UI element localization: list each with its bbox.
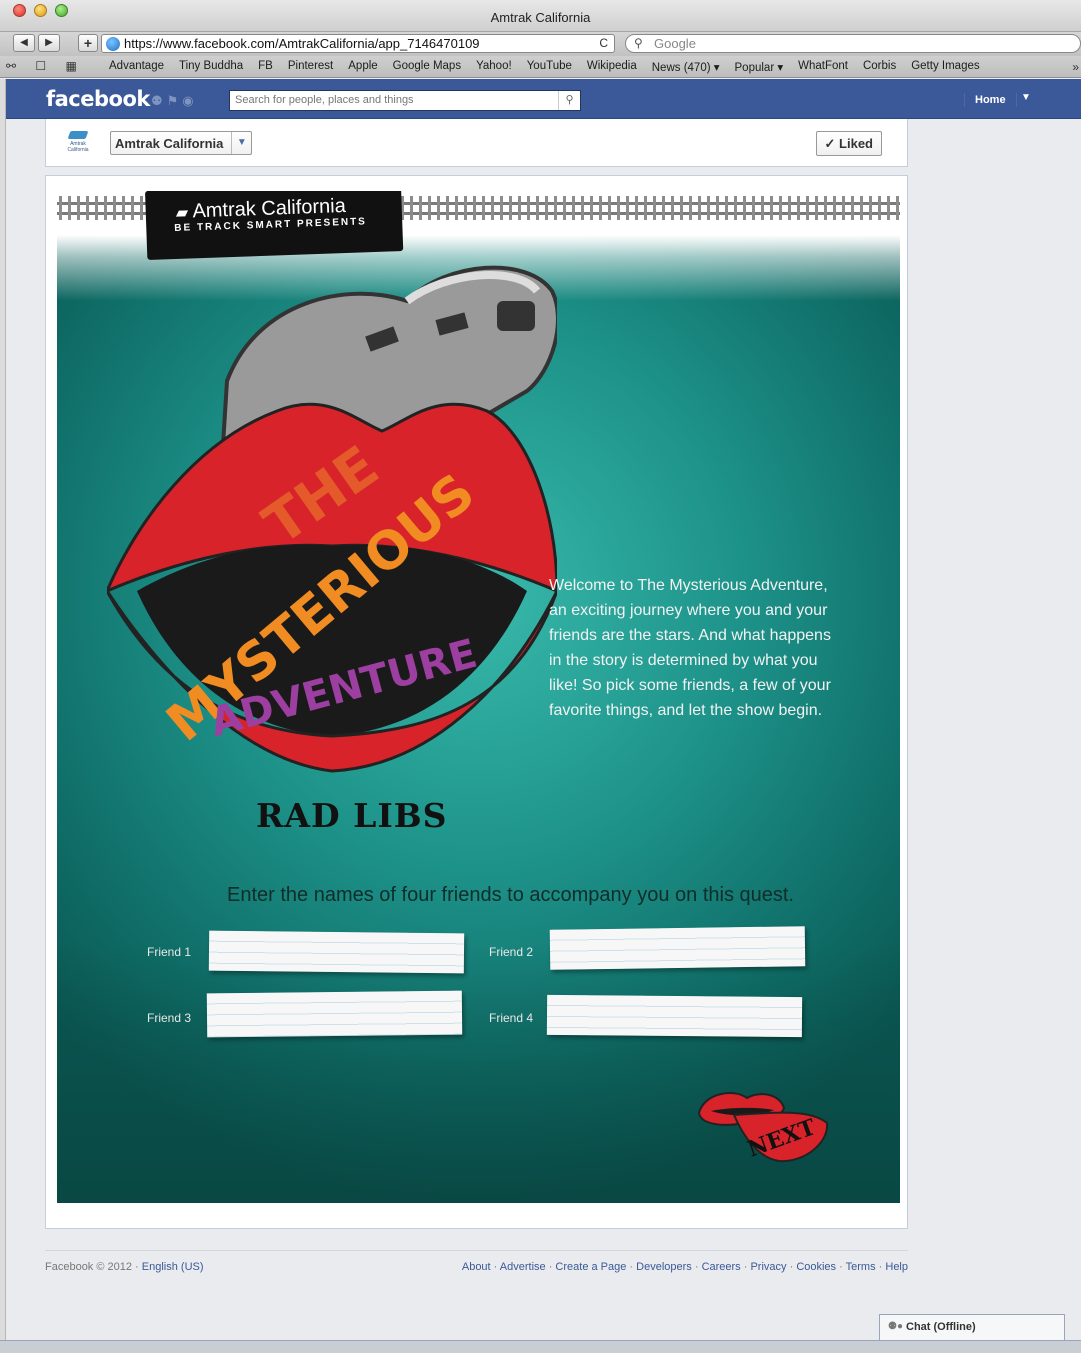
footer-link[interactable]: Terms <box>846 1261 876 1273</box>
friend-3-field[interactable] <box>206 990 463 1038</box>
home-link[interactable]: Home <box>964 93 1017 107</box>
bookmark-item[interactable]: Google Maps <box>393 60 461 74</box>
bookmark-tools-icons[interactable]: ⚯ ☐ ▦ <box>6 59 85 73</box>
liked-button[interactable]: ✓ Liked <box>815 131 882 156</box>
chat-user-icon: ⚉● <box>888 1321 904 1332</box>
account-menu-caret-icon[interactable]: ▼ <box>1021 92 1031 103</box>
back-button[interactable]: ◀ <box>13 34 35 52</box>
forward-button[interactable]: ▶ <box>38 34 60 52</box>
bottom-dock-bar <box>0 1340 1081 1353</box>
bookmark-item[interactable]: Corbis <box>863 60 896 74</box>
search-icon: ⚲ <box>634 36 643 50</box>
footer-link[interactable]: Careers <box>702 1261 741 1273</box>
rad-libs-app: ▰ Amtrak California BE TRACK SMART PRESE… <box>57 191 900 1203</box>
chat-tab[interactable]: ⚉● Chat (Offline) <box>879 1314 1065 1340</box>
friend-2-field[interactable] <box>549 926 806 970</box>
page-header: Amtrak California Amtrak California ▼ ✓ … <box>45 119 908 167</box>
window-titlebar: Amtrak California <box>0 0 1081 32</box>
add-bookmark-button[interactable]: + <box>78 34 98 52</box>
chat-label: Chat (Offline) <box>906 1321 976 1333</box>
amtrak-logo-icon: ▰ <box>175 204 193 222</box>
reload-icon[interactable]: C <box>599 35 608 52</box>
facebook-logo[interactable]: facebook <box>46 87 150 111</box>
bookmark-item[interactable]: Yahoo! <box>476 60 512 74</box>
footer-link[interactable]: Help <box>885 1261 908 1273</box>
friend-4-field[interactable] <box>546 994 803 1038</box>
bookmark-item[interactable]: Apple <box>348 60 377 74</box>
footer-separator: · <box>786 1261 797 1273</box>
notification-jewels-icons[interactable]: ⚉⚑◉ <box>151 93 198 109</box>
friends-prompt: Enter the names of four friends to accom… <box>227 884 794 906</box>
friend-2-label: Friend 2 <box>489 945 534 959</box>
footer-separator: · <box>836 1261 846 1273</box>
browser-search-placeholder: Google <box>654 36 696 51</box>
friend-4-label: Friend 4 <box>489 1011 534 1025</box>
footer-link[interactable]: Developers <box>636 1261 692 1273</box>
window-left-edge <box>0 79 6 1340</box>
bookmark-item[interactable]: Advantage <box>109 60 164 74</box>
globe-icon <box>106 37 120 51</box>
browser-toolbar: ◀ ▶ + https://www.facebook.com/AmtrakCal… <box>0 32 1081 56</box>
bookmark-item[interactable]: Pinterest <box>288 60 333 74</box>
footer-link[interactable]: Advertise <box>500 1261 546 1273</box>
footer-separator: · <box>740 1261 751 1273</box>
bookmark-item[interactable]: FB <box>258 60 273 74</box>
page-name: Amtrak California <box>115 135 224 151</box>
window-title: Amtrak California <box>490 10 591 25</box>
app-subtitle: RAD LIBS <box>256 796 448 835</box>
footer-separator: · <box>545 1261 556 1273</box>
bookmarks-bar: ⚯ ☐ ▦ Advantage Tiny Buddha FB Pinterest App… <box>0 56 1081 78</box>
friend-1-label: Friend 1 <box>147 945 192 959</box>
bookmark-item[interactable]: YouTube <box>527 60 572 74</box>
bookmark-item[interactable]: Getty Images <box>911 60 979 74</box>
amtrak-logo[interactable]: Amtrak California <box>64 131 92 155</box>
friend-1-field[interactable] <box>208 930 465 974</box>
lips-train-illustration: THE MYSTERIOUS ADVENTURE <box>107 265 557 773</box>
facebook-search-input[interactable]: Search for people, places and things ⚲ <box>229 90 581 111</box>
bookmarks-overflow-icon[interactable]: » <box>1072 60 1079 74</box>
intro-text: Welcome to The Mysterious Adventure, an … <box>549 577 831 719</box>
address-url: https://www.facebook.com/AmtrakCaliforni… <box>124 36 480 51</box>
footer-links: About · Advertise · Create a Page · Deve… <box>462 1261 908 1273</box>
footer-separator: · <box>626 1261 637 1273</box>
copyright: Facebook © 2012 · English (US) <box>45 1261 204 1273</box>
search-icon[interactable]: ⚲ <box>558 91 580 110</box>
footer-link[interactable]: Cookies <box>796 1261 836 1273</box>
amtrak-brand-banner: ▰ Amtrak California BE TRACK SMART PRESE… <box>145 191 404 260</box>
browser-search-field[interactable]: ⚲ Google <box>625 34 1081 53</box>
address-bar[interactable]: https://www.facebook.com/AmtrakCaliforni… <box>101 34 615 53</box>
footer-link[interactable]: Create a Page <box>555 1261 626 1273</box>
bookmark-list: Advantage Tiny Buddha FB Pinterest Apple Goog… <box>109 60 995 74</box>
next-button[interactable]: NEXT <box>689 1083 834 1173</box>
facebook-search-placeholder: Search for people, places and things <box>235 94 414 106</box>
footer-separator: · <box>691 1261 702 1273</box>
friend-3-label: Friend 3 <box>147 1011 192 1025</box>
bookmark-item[interactable]: Tiny Buddha <box>179 60 243 74</box>
footer-divider <box>45 1250 908 1251</box>
language-link[interactable]: English (US) <box>142 1261 204 1273</box>
bookmark-item[interactable]: Popular ▾ <box>735 60 784 74</box>
footer-link[interactable]: About <box>462 1261 491 1273</box>
bookmark-item[interactable]: Wikipedia <box>587 60 637 74</box>
page-name-button[interactable]: Amtrak California ▼ <box>110 131 253 155</box>
chevron-down-icon[interactable]: ▼ <box>231 132 251 154</box>
footer-separator: · <box>490 1261 500 1273</box>
facebook-header: facebook ⚉⚑◉ Search for people, places a… <box>6 79 1081 119</box>
footer-link[interactable]: Privacy <box>750 1261 786 1273</box>
footer-separator: · <box>875 1261 886 1273</box>
bookmark-item[interactable]: News (470) ▾ <box>652 60 720 74</box>
bookmark-item[interactable]: WhatFont <box>798 60 848 74</box>
